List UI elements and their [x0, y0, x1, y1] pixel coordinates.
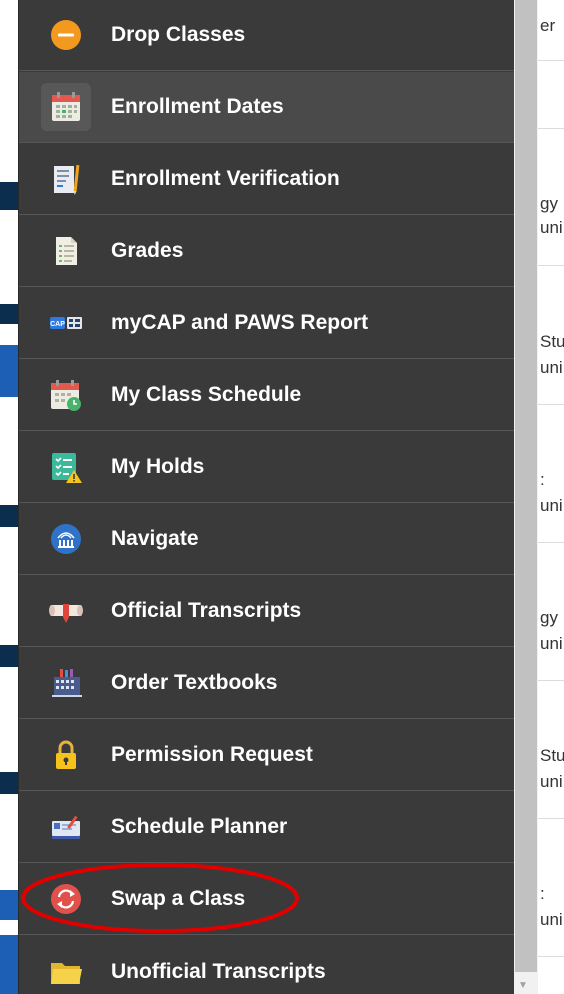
grades-document-icon: [56, 237, 77, 265]
menu-item-official-transcripts[interactable]: Official Transcripts: [19, 576, 515, 647]
menu-item-label: Navigate: [111, 527, 199, 550]
menu-item-label: Schedule Planner: [111, 815, 288, 838]
menu-item-label: My Holds: [111, 455, 205, 478]
menu-item-label: Permission Request: [111, 743, 313, 766]
background-text: gy: [540, 608, 558, 627]
background-text: :: [540, 470, 545, 489]
background-blue-header: [0, 890, 18, 920]
background-blue-header: [0, 345, 18, 397]
menu-item-unofficial-transcripts[interactable]: Unofficial Transcripts: [19, 936, 515, 994]
navigate-icon: [51, 524, 81, 554]
background-bar: [0, 304, 18, 324]
background-text: uni: [540, 634, 563, 653]
svg-text:CAP: CAP: [50, 321, 65, 328]
menu-item-label: Enrollment Dates: [111, 95, 284, 118]
menu-item-schedule-planner[interactable]: Schedule Planner: [19, 792, 515, 863]
menu-item-label: Official Transcripts: [111, 599, 302, 622]
student-menu-dropdown: Drop Classes Enrollment Dates Enrollment…: [18, 0, 515, 994]
background-text: uni: [540, 910, 563, 929]
menu-item-swap-a-class[interactable]: Swap a Class: [19, 864, 515, 935]
background-divider: [538, 128, 564, 129]
menu-item-grades[interactable]: Grades: [19, 216, 515, 287]
menu-item-label: Enrollment Verification: [111, 167, 340, 190]
background-text: er: [540, 16, 556, 35]
verification-document-icon: [54, 164, 80, 195]
menu-item-label: Unofficial Transcripts: [111, 959, 326, 983]
background-blue-header: [0, 935, 18, 994]
background-divider: [538, 818, 564, 819]
menu-item-navigate[interactable]: Navigate: [19, 504, 515, 575]
menu-item-label: Swap a Class: [111, 887, 246, 910]
menu-item-label: Order Textbooks: [111, 671, 278, 694]
background-bar: [0, 645, 18, 667]
schedule-planner-icon: [52, 815, 80, 839]
app-frame: Drop Classes Enrollment Dates Enrollment…: [0, 0, 564, 994]
lock-icon: [56, 740, 76, 769]
background-text: Stu: [540, 332, 564, 351]
background-divider: [538, 404, 564, 405]
menu-item-mycap-paws-report[interactable]: CAP myCAP and PAWS Report: [19, 288, 515, 359]
menu-item-label: My Class Schedule: [111, 383, 302, 406]
background-text: uni: [540, 218, 563, 237]
background-divider: [538, 680, 564, 681]
menu-item-label: Drop Classes: [111, 23, 246, 46]
menu-item-enrollment-verification[interactable]: Enrollment Verification: [19, 144, 515, 215]
calendar-icon: [52, 92, 80, 121]
menu-item-enrollment-dates[interactable]: Enrollment Dates: [19, 72, 515, 143]
background-divider: [538, 956, 564, 957]
background-text: uni: [540, 496, 563, 515]
menu-item-my-holds[interactable]: My Holds: [19, 432, 515, 503]
menu-item-label: myCAP and PAWS Report: [111, 311, 369, 334]
background-divider: [538, 60, 564, 61]
drop-classes-icon: [51, 20, 81, 50]
background-divider: [538, 542, 564, 543]
background-text: uni: [540, 358, 563, 377]
background-text: uni: [540, 772, 563, 791]
bookstore-icon: [52, 669, 82, 697]
scroll-down-arrow-icon[interactable]: ▼: [518, 980, 528, 991]
background-text: :: [540, 884, 545, 903]
menu-scrollbar-thumb[interactable]: [515, 0, 537, 972]
menu-item-label: Grades: [111, 239, 184, 262]
background-page-left-edge: [0, 0, 18, 994]
menu-item-my-class-schedule[interactable]: My Class Schedule: [19, 360, 515, 431]
diploma-icon: [49, 604, 83, 623]
calendar-clock-icon: [51, 380, 81, 411]
background-text: Stu: [540, 746, 564, 765]
background-text: gy: [540, 194, 558, 213]
background-bar: [0, 182, 18, 210]
menu-item-permission-request[interactable]: Permission Request: [19, 720, 515, 791]
background-bar: [0, 772, 18, 794]
background-divider: [538, 265, 564, 266]
swap-icon: [51, 884, 81, 914]
folder-icon: [51, 962, 82, 984]
background-page-right-edge: er gy uni Stu uni : uni gy uni Stu uni :…: [538, 0, 564, 994]
menu-item-drop-classes[interactable]: Drop Classes: [19, 0, 515, 71]
menu-item-order-textbooks[interactable]: Order Textbooks: [19, 648, 515, 719]
background-bar: [0, 505, 18, 527]
mycap-paws-icon: CAP: [50, 317, 82, 329]
holds-checklist-icon: [52, 453, 82, 483]
